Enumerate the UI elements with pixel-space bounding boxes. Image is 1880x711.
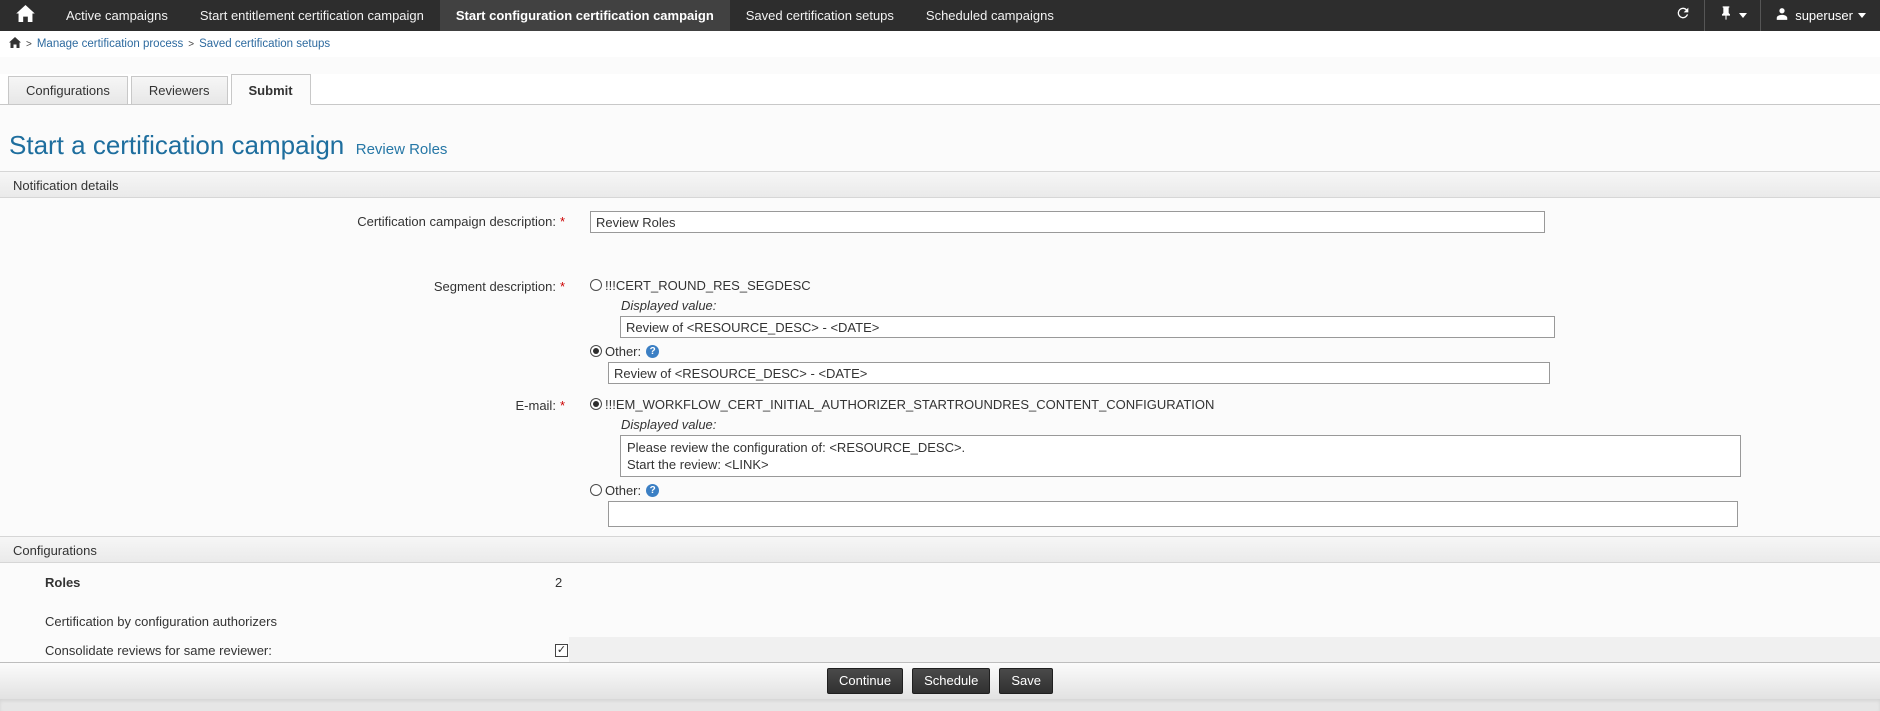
consolidate-label: Consolidate reviews for same reviewer: [45,643,555,658]
consolidate-row: Consolidate reviews for same reviewer: ✓ [0,639,1880,662]
email-row: E-mail:* !!!EM_WORKFLOW_CERT_INITIAL_AUT… [0,395,1880,527]
segment-other-radio[interactable] [590,345,602,357]
email-default-option-label: !!!EM_WORKFLOW_CERT_INITIAL_AUTHORIZER_S… [605,397,1214,412]
tab-reviewers[interactable]: Reviewers [131,76,228,104]
email-other-option-label: Other: [605,483,641,498]
segment-other-option: Other: ? [590,342,1880,360]
campaign-description-input[interactable] [590,211,1545,233]
bottom-strip [0,699,1880,711]
pin-icon [1718,5,1734,26]
nav-item-start-configuration-certification-campaign[interactable]: Start configuration certification campai… [440,0,730,31]
email-displayed-value-textarea[interactable]: Please review the configuration of: <RES… [620,435,1741,477]
required-asterisk: * [560,214,565,229]
section-header-notification-details: Notification details [0,171,1880,198]
nav-item-active-campaigns[interactable]: Active campaigns [50,0,184,31]
roles-count: 2 [555,575,562,590]
breadcrumb-separator: > [26,39,32,50]
breadcrumb: > Manage certification process > Saved c… [0,31,1880,57]
segment-default-option-label: !!!CERT_ROUND_RES_SEGDESC [605,278,811,293]
campaign-description-row: Certification campaign description:* [0,211,1880,233]
help-icon[interactable]: ? [646,345,659,358]
notification-form: Certification campaign description:* Seg… [0,198,1880,527]
breadcrumb-link-saved-certification-setups[interactable]: Saved certification setups [199,38,330,50]
title-block: Start a certification campaign Review Ro… [0,105,1880,171]
breadcrumb-link-manage-certification-process[interactable]: Manage certification process [37,38,183,50]
nav-item-saved-certification-setups[interactable]: Saved certification setups [730,0,910,31]
nav-item-start-entitlement-certification-campaign[interactable]: Start entitlement certification campaign [184,0,440,31]
top-navbar: Active campaigns Start entitlement certi… [0,0,1880,31]
roles-label: Roles [45,575,555,590]
refresh-button[interactable] [1662,0,1704,31]
segment-default-radio[interactable] [590,279,602,291]
home-button[interactable] [0,0,50,31]
refresh-icon [1675,5,1691,26]
consolidate-checkbox[interactable]: ✓ [555,644,568,657]
user-menu[interactable]: superuser [1761,0,1880,31]
segment-displayed-value-label: Displayed value: [621,298,1880,313]
authorizers-label: Certification by configuration authorize… [45,614,555,629]
tab-strip: Configurations Reviewers Submit [0,74,1880,105]
user-icon [1775,7,1795,24]
segment-displayed-value-input[interactable] [620,316,1555,338]
segment-default-option: !!!CERT_ROUND_RES_SEGDESC [590,276,1880,294]
username-label: superuser [1795,8,1853,23]
tab-submit[interactable]: Submit [231,74,311,105]
chevron-down-icon [1858,13,1866,18]
section-header-configurations: Configurations [0,536,1880,563]
email-other-radio[interactable] [590,484,602,496]
help-icon[interactable]: ? [646,484,659,497]
required-asterisk: * [560,279,565,294]
email-other-option: Other: ? [590,481,1880,499]
email-displayed-value-label: Displayed value: [621,417,1880,432]
breadcrumb-separator: > [188,39,194,50]
required-asterisk: * [560,398,565,413]
segment-other-input[interactable] [608,362,1550,384]
footer-bar: Continue Schedule Save [0,662,1880,699]
campaign-description-label: Certification campaign description:* [0,211,565,233]
segment-description-row: Segment description:* !!!CERT_ROUND_RES_… [0,276,1880,384]
email-default-radio[interactable] [590,398,602,410]
nav-item-scheduled-campaigns[interactable]: Scheduled campaigns [910,0,1070,31]
continue-button[interactable]: Continue [827,668,903,694]
segment-description-label: Segment description:* [0,276,565,384]
home-icon [16,5,35,27]
page-subtitle: Review Roles [356,141,448,158]
authorizers-row: Certification by configuration authorize… [0,614,1880,639]
roles-row: Roles 2 [0,563,1880,614]
email-label: E-mail:* [0,395,565,527]
segment-other-option-label: Other: [605,344,641,359]
navbar-right: superuser [1662,0,1880,31]
row-highlight [569,637,1880,662]
tab-configurations[interactable]: Configurations [8,76,128,104]
save-button[interactable]: Save [999,668,1053,694]
email-other-textarea[interactable] [608,501,1738,527]
email-default-option: !!!EM_WORKFLOW_CERT_INITIAL_AUTHORIZER_S… [590,395,1880,413]
page-title: Start a certification campaign [9,130,344,160]
schedule-button[interactable]: Schedule [912,668,990,694]
breadcrumb-home-icon[interactable] [9,37,21,51]
configurations-panel: Roles 2 Certification by configuration a… [0,563,1880,662]
chevron-down-icon [1739,13,1747,18]
pin-menu-button[interactable] [1705,0,1760,31]
